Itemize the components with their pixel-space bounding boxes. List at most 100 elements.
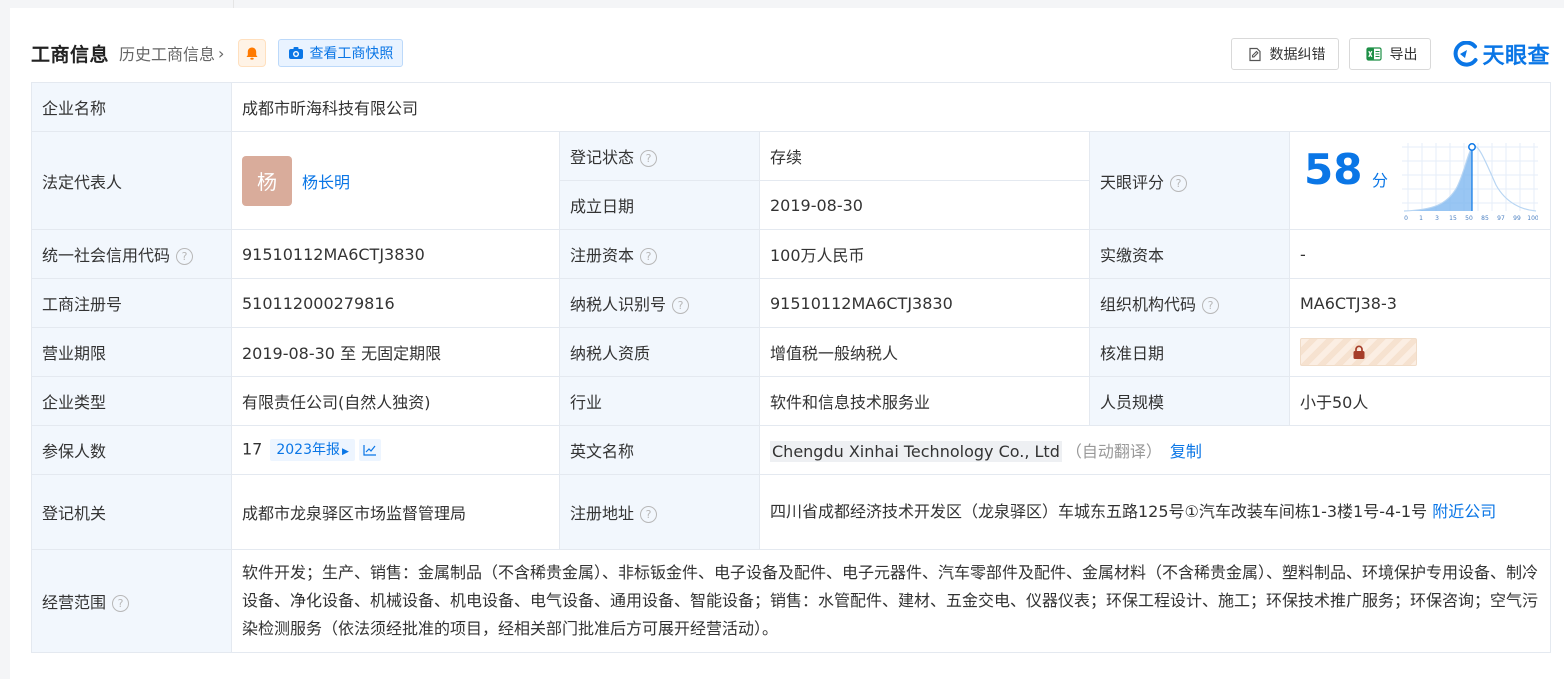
legal-rep-cell: 杨杨长明	[231, 131, 560, 230]
table-row: 统一社会信用代码? 91510112MA6CTJ3830 注册资本? 100万人…	[31, 229, 1552, 279]
org-code-label: 组织机构代码	[1100, 295, 1197, 314]
reg-address-label-cell: 注册地址?	[559, 474, 760, 550]
table-row: 法定代表人 杨杨长明 登记状态? 存续 天眼评分? 58 分 0 1 3 15 …	[31, 131, 1552, 230]
reg-no-label: 工商注册号	[31, 278, 232, 328]
score-cell[interactable]: 58 分 0 1 3 15 50 85 97 99 100	[1288, 131, 1552, 230]
question-icon[interactable]: ?	[640, 248, 658, 265]
business-info-table: 企业名称 成都市昕海科技有限公司 法定代表人 杨杨长明 登记状态? 存续 天眼评…	[31, 82, 1552, 653]
taxpayer-qual-value: 增值税一般纳税人	[759, 327, 1090, 377]
section-title: 工商信息	[31, 43, 110, 66]
question-icon[interactable]: ?	[176, 248, 194, 265]
paid-capital-value: -	[1288, 229, 1552, 279]
excel-icon	[1366, 47, 1383, 61]
export-button[interactable]: 导出	[1349, 38, 1432, 70]
export-label: 导出	[1389, 47, 1418, 63]
scope-label: 经营范围	[42, 593, 107, 612]
reg-authority-label: 登记机关	[31, 474, 232, 550]
company-name: 成都市昕海科技有限公司	[230, 82, 1552, 132]
score-label-cell: 天眼评分?	[1089, 131, 1290, 230]
english-name-value: Chengdu Xinhai Technology Co., Ltd	[770, 441, 1062, 462]
locked-value[interactable]	[1300, 338, 1417, 366]
business-scope-value: 软件开发；生产、销售：金属制品（不含稀贵金属）、非标钣金件、电子设备及配件、电子…	[230, 549, 1552, 653]
auto-translate-note: （自动翻译）	[1065, 442, 1162, 461]
question-icon[interactable]: ?	[1202, 297, 1220, 314]
taxpayer-id-label-cell: 纳税人识别号?	[559, 278, 760, 328]
question-icon[interactable]: ?	[640, 506, 658, 523]
found-date-value: 2019-08-30	[759, 180, 1090, 230]
score-tick: 50	[1465, 215, 1473, 222]
annual-report-button[interactable]: 2023年报 ▶	[270, 439, 355, 461]
score-tick: 100	[1527, 215, 1538, 222]
reg-no-value: 510112000279816	[231, 278, 560, 328]
question-icon[interactable]: ?	[1170, 174, 1188, 192]
top-strip	[0, 0, 1564, 8]
scope-label-cell: 经营范围?	[31, 549, 232, 653]
annual-report-label: 2023年报	[276, 442, 340, 458]
company-type-label: 企业类型	[31, 376, 232, 426]
toolbar: 数据纠错 导出 天眼查	[1231, 38, 1550, 70]
tianyan-score-label: 天眼评分	[1100, 172, 1165, 192]
english-name-cell: Chengdu Xinhai Technology Co., Ltd （自动翻译）…	[758, 425, 1552, 475]
trend-chart-icon-svg	[363, 445, 376, 456]
reg-address-cell: 四川省成都经济技术开发区（龙泉驿区）车城东五路125号①汽车改装车间栋1-3楼1…	[758, 474, 1552, 550]
org-code-label-cell: 组织机构代码?	[1089, 278, 1290, 328]
taxpayer-id-value: 91510112MA6CTJ3830	[759, 278, 1090, 328]
found-date-label: 成立日期	[559, 180, 760, 230]
tianyan-score-value: 58	[1304, 144, 1363, 194]
insured-cell: 17 2023年报 ▶	[231, 425, 560, 475]
org-code-value: MA6CTJ38-3	[1288, 278, 1552, 328]
company-type-value: 有限责任公司(自然人独资)	[231, 376, 560, 426]
insured-count: 17	[242, 439, 263, 459]
staff-size-value: 小于50人	[1288, 376, 1552, 426]
score-tick: 85	[1481, 215, 1489, 222]
reg-authority-value: 成都市龙泉驿区市场监督管理局	[231, 474, 560, 550]
score-tick: 97	[1497, 215, 1505, 222]
nearby-companies-link[interactable]: 附近公司	[1432, 502, 1496, 521]
table-row: 参保人数 17 2023年报 ▶ 英文名称 Chengdu Xinhai Techn…	[31, 425, 1552, 475]
avatar[interactable]: 杨	[242, 155, 292, 206]
legal-rep-name[interactable]: 杨长明	[302, 173, 350, 192]
paid-capital-label: 实缴资本	[1089, 229, 1290, 279]
reg-status-label-cell: 登记状态?	[559, 131, 760, 181]
reg-capital-label-cell: 注册资本?	[559, 229, 760, 279]
score-tick: 15	[1449, 215, 1457, 222]
approve-date-cell	[1288, 327, 1552, 377]
question-icon[interactable]: ?	[640, 150, 658, 167]
taxpayer-qual-label: 纳税人资质	[559, 327, 760, 377]
bell-icon[interactable]	[238, 39, 267, 67]
history-link-label: 历史工商信息	[119, 45, 216, 64]
copy-link[interactable]: 复制	[1170, 442, 1202, 461]
score-area	[1404, 146, 1472, 211]
industry-label: 行业	[559, 376, 760, 426]
insured-label: 参保人数	[31, 425, 232, 475]
question-icon[interactable]: ?	[112, 595, 130, 612]
caret-right-icon: ▶	[342, 447, 349, 457]
reg-address-value: 四川省成都经济技术开发区（龙泉驿区）车城东五路125号①汽车改装车间栋1-3楼1…	[770, 502, 1433, 521]
reg-status-value: 存续	[759, 131, 1090, 181]
edit-doc-icon	[1249, 47, 1262, 61]
snapshot-button[interactable]: 查看工商快照	[278, 39, 404, 67]
english-name-label: 英文名称	[559, 425, 760, 475]
question-icon[interactable]: ?	[672, 297, 690, 314]
staff-size-label: 人员规模	[1089, 376, 1290, 426]
data-correction-button[interactable]: 数据纠错	[1231, 38, 1340, 70]
lock-icon	[1353, 345, 1364, 359]
industry-value: 软件和信息技术服务业	[759, 376, 1090, 426]
reg-capital-label: 注册资本	[570, 246, 635, 265]
score-tick: 0	[1404, 215, 1408, 222]
table-row: 经营范围? 软件开发；生产、销售：金属制品（不含稀贵金属）、非标钣金件、电子设备…	[31, 549, 1552, 653]
reg-status-label: 登记状态	[570, 148, 635, 167]
table-row: 营业期限 2019-08-30 至 无固定期限 纳税人资质 增值税一般纳税人 核…	[31, 327, 1552, 377]
history-link[interactable]: 历史工商信息 ›	[119, 41, 224, 65]
reg-address-label: 注册地址	[570, 504, 635, 523]
taxpayer-id-label: 纳税人识别号	[570, 295, 667, 314]
score-marker-dot	[1468, 142, 1476, 151]
camera-icon	[289, 47, 304, 59]
trend-chart-icon[interactable]	[358, 439, 381, 461]
section-header: 工商信息 历史工商信息 › 查看工商快照	[31, 36, 404, 70]
tianyancha-logo-icon	[1454, 41, 1478, 67]
biz-term-label: 营业期限	[31, 327, 232, 377]
table-row: 登记机关 成都市龙泉驿区市场监督管理局 注册地址? 四川省成都经济技术开发区（龙…	[31, 474, 1552, 550]
table-row: 企业类型 有限责任公司(自然人独资) 行业 软件和信息技术服务业 人员规模 小于…	[31, 376, 1552, 426]
brand-name: 天眼查	[1482, 44, 1550, 69]
